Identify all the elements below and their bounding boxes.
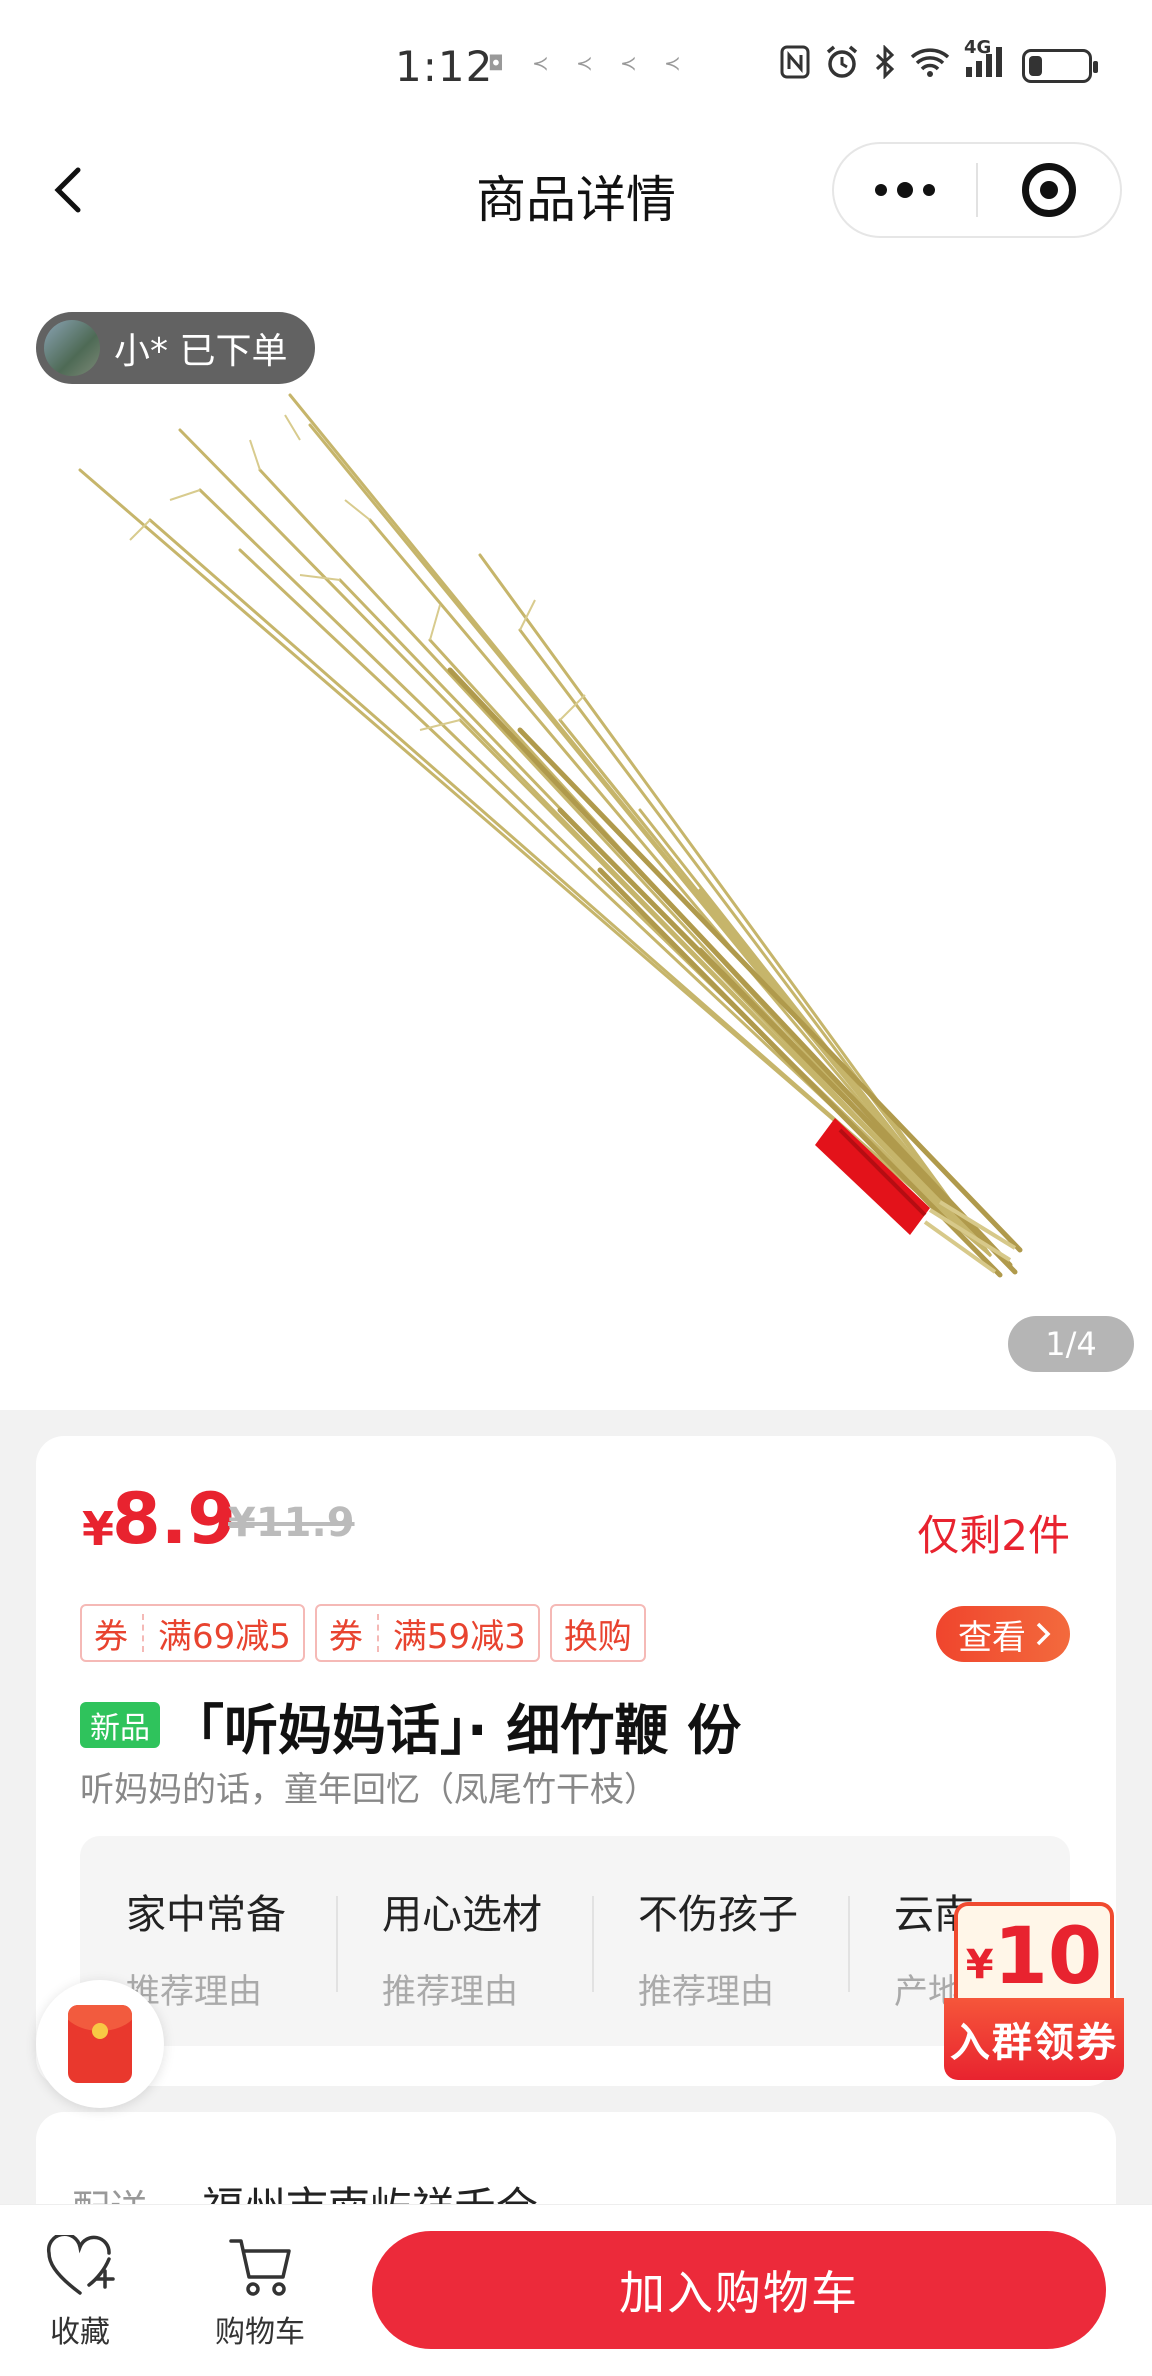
coupon-currency: ¥ xyxy=(965,1942,994,1988)
signal-icon: 4G xyxy=(964,37,1008,87)
stock-notice: 仅剩2件 xyxy=(917,1511,1070,1560)
image-counter: 1/4 xyxy=(1008,1316,1134,1372)
more-button[interactable] xyxy=(834,144,976,236)
nfc-icon xyxy=(780,45,810,87)
red-envelope-icon xyxy=(68,2005,132,2083)
reason-title: 家中常备 xyxy=(126,1892,286,1938)
notification-icon: ≺ xyxy=(532,51,549,75)
coupon-tag[interactable]: 券 满69减5 xyxy=(80,1604,305,1662)
reason-title: 不伤孩子 xyxy=(638,1892,798,1938)
close-mini-program-button[interactable] xyxy=(978,144,1120,236)
mini-program-capsule xyxy=(832,142,1122,238)
product-image-carousel[interactable]: 小* 已下单 1/4 xyxy=(0,250,1152,1410)
view-button-label: 查看 xyxy=(958,1617,1026,1658)
wifi-icon xyxy=(910,46,950,86)
recommend-reasons[interactable]: 家中常备 推荐理由 用心选材 推荐理由 不伤孩子 推荐理由 云南 产地 xyxy=(80,1836,1070,2046)
status-bar: 1:12 ◘ ≺ ≺ ≺ ≺ 4G xyxy=(0,0,1152,130)
group-coupon-button[interactable]: ¥ 10 入群领券 xyxy=(944,1902,1124,2082)
product-detail-page: 1:12 ◘ ≺ ≺ ≺ ≺ 4G 商品详情 小* 已下单 1/4 ¥ 8.9 … xyxy=(0,0,1152,2376)
new-badge: 新品 xyxy=(80,1702,160,1748)
cart-icon xyxy=(229,2239,291,2296)
battery-level xyxy=(1029,56,1042,76)
nav-bar: 商品详情 xyxy=(0,130,1152,250)
product-subtitle: 听妈妈的话，童年回忆（凤尾竹干枝） xyxy=(80,1770,658,1810)
exchange-tag[interactable]: 换购 xyxy=(549,1604,646,1662)
reason-sub: 推荐理由 xyxy=(638,1972,774,2012)
notification-icon: ≺ xyxy=(620,51,637,75)
avatar xyxy=(44,320,100,376)
bluetooth-icon xyxy=(874,44,896,87)
coupon-text: 满59减3 xyxy=(392,1616,526,1657)
red-packet-button[interactable] xyxy=(36,1980,164,2108)
notification-icon: ≺ xyxy=(576,51,593,75)
target-icon xyxy=(1021,163,1076,217)
notification-icon: ◘ xyxy=(488,51,504,75)
coupon-value: 10 xyxy=(993,1912,1103,2002)
status-icons: 4G xyxy=(780,37,1098,88)
chevron-right-icon xyxy=(1036,1622,1051,1646)
reason-sub: 推荐理由 xyxy=(126,1972,262,2012)
original-price: ¥11.9 xyxy=(228,1500,355,1546)
cart-label: 购物车 xyxy=(215,2315,305,2350)
reason-item: 用心选材 推荐理由 xyxy=(336,1836,592,2046)
notification-icon: ≺ xyxy=(664,51,681,75)
heart-plus-icon xyxy=(46,2235,115,2295)
product-title: 「听妈妈话」· 细竹鞭 份 xyxy=(170,1699,742,1762)
order-notice-text: 小* 已下单 xyxy=(114,331,288,372)
battery-icon xyxy=(1022,49,1098,83)
order-notice: 小* 已下单 xyxy=(36,312,316,384)
exchange-text: 换购 xyxy=(563,1616,632,1657)
favorite-button[interactable]: 收藏 xyxy=(10,2235,150,2351)
price: 8.9 xyxy=(112,1478,237,1560)
price-currency: ¥ xyxy=(82,1502,115,1556)
reason-item: 不伤孩子 推荐理由 xyxy=(592,1836,848,2046)
product-image xyxy=(78,393,1023,1278)
notification-icons: ◘ ≺ ≺ ≺ ≺ xyxy=(488,52,694,74)
alarm-icon xyxy=(824,44,860,88)
coupon-tag[interactable]: 券 满59减3 xyxy=(314,1604,540,1662)
promo-tags: 券 满69减5 券 满59减3 换购 xyxy=(80,1604,646,1662)
reason-sub: 推荐理由 xyxy=(382,1972,518,2012)
coupon-amount: ¥ 10 xyxy=(954,1902,1114,2012)
reason-title: 用心选材 xyxy=(382,1892,542,1938)
coupon-text: 满69减5 xyxy=(158,1616,291,1657)
bottom-action-bar: 收藏 购物车 加入购物车 xyxy=(0,2204,1152,2376)
view-coupons-button[interactable]: 查看 xyxy=(936,1606,1070,1662)
status-time: 1:12 xyxy=(395,42,494,91)
add-to-cart-button[interactable]: 加入购物车 xyxy=(372,2231,1106,2349)
coupon-type: 券 xyxy=(94,1616,128,1657)
more-icon xyxy=(923,184,935,196)
coupon-type: 券 xyxy=(328,1616,363,1657)
cart-button[interactable]: 购物车 xyxy=(190,2235,330,2351)
coupon-label: 入群领券 xyxy=(944,1998,1124,2080)
favorite-label: 收藏 xyxy=(50,2315,110,2350)
more-icon xyxy=(897,182,913,198)
network-type: 4G xyxy=(964,37,992,58)
more-icon xyxy=(875,184,887,196)
